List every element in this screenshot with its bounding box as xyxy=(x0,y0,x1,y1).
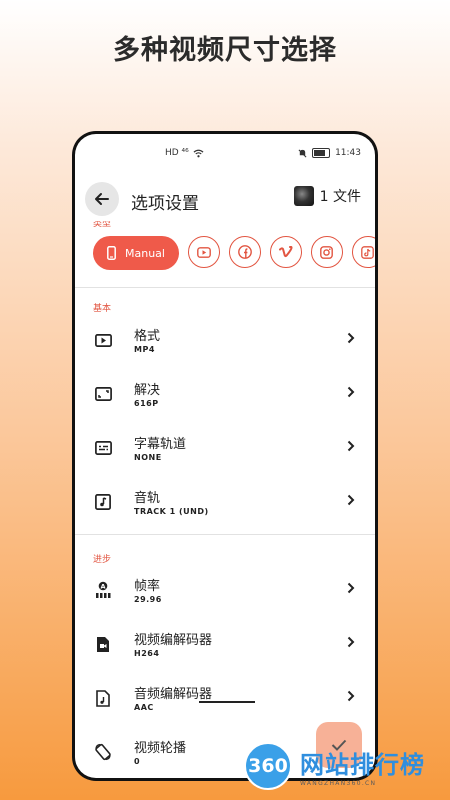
setting-row-audio-codec[interactable]: 音频编解码器 AAC xyxy=(75,674,375,726)
row-value: TRACK 1 (UND) xyxy=(134,507,209,516)
svg-text:A: A xyxy=(100,582,105,590)
status-right: 11:43 xyxy=(298,148,361,158)
row-title: 字幕轨道 xyxy=(134,437,187,452)
section-divider xyxy=(75,534,375,535)
frame-rate-icon: A xyxy=(93,580,113,600)
basic-section-label: 基本 xyxy=(93,304,112,314)
preset-tiktok-chip[interactable] xyxy=(351,236,375,268)
page-title: 选项设置 xyxy=(131,194,199,214)
phone-frame: HD ⁴⁶ 11:43 选项设置 1 文件 类型 Manual 基本 格式 MP… xyxy=(72,131,378,781)
row-value: 29.96 xyxy=(134,595,162,604)
preset-facebook-chip[interactable] xyxy=(228,236,261,268)
instagram-icon xyxy=(320,245,334,259)
preset-youtube-chip[interactable] xyxy=(187,236,220,268)
row-value: 616P xyxy=(134,399,159,408)
setting-row-video-codec[interactable]: 视频编解码器 H264 xyxy=(75,620,375,672)
video-thumbnail xyxy=(293,186,314,206)
app-bar: 选项设置 1 文件 xyxy=(75,180,375,220)
watermark-text: 网站排行榜 WANGZHAN360.CN xyxy=(300,745,425,787)
setting-row-subtitles[interactable]: 字幕轨道 NONE xyxy=(75,424,375,476)
vimeo-icon xyxy=(278,246,293,258)
chevron-right-icon xyxy=(347,386,355,398)
section-divider xyxy=(75,287,375,288)
preset-chips: Manual xyxy=(93,236,375,270)
advanced-section-label: 进步 xyxy=(93,555,112,565)
facebook-icon xyxy=(238,245,252,259)
row-value: AAC xyxy=(134,703,154,712)
file-count-label: 1 文件 xyxy=(319,189,361,205)
resize-icon xyxy=(93,384,113,404)
watermark-name: 网站排行榜 xyxy=(300,751,425,779)
row-title: 解决 xyxy=(134,383,161,398)
wifi-icon xyxy=(193,149,204,157)
mute-icon xyxy=(298,149,307,157)
youtube-icon xyxy=(197,246,211,258)
preset-manual-chip[interactable]: Manual xyxy=(93,236,179,270)
row-title: 格式 xyxy=(134,329,161,344)
phone-icon xyxy=(107,246,116,260)
file-count-button[interactable]: 1 文件 xyxy=(293,186,361,206)
watermark-logo: 360 xyxy=(244,742,292,790)
play-box-icon xyxy=(93,330,113,350)
row-title: 视频编解码器 xyxy=(134,633,213,648)
row-title: 音轨 xyxy=(134,491,161,506)
row-title: 帧率 xyxy=(134,579,161,594)
signal-icons: HD ⁴⁶ xyxy=(165,148,189,158)
text-cursor-line xyxy=(199,701,255,703)
row-value: 0 xyxy=(134,757,141,766)
chevron-right-icon xyxy=(347,494,355,506)
arrow-left-icon xyxy=(95,193,109,205)
audio-file-icon xyxy=(93,688,113,708)
chevron-right-icon xyxy=(347,440,355,452)
setting-row-format[interactable]: 格式 MP4 xyxy=(75,316,375,368)
manual-chip-label: Manual xyxy=(125,246,165,260)
chevron-right-icon xyxy=(347,636,355,648)
rotate-icon xyxy=(93,742,113,762)
promo-title: 多种视频尺寸选择 xyxy=(113,35,337,66)
back-button[interactable] xyxy=(85,182,119,216)
row-value: MP4 xyxy=(134,345,155,354)
tiktok-icon xyxy=(361,245,375,259)
chevron-right-icon xyxy=(347,582,355,594)
music-note-icon xyxy=(93,492,113,512)
app-screen: HD ⁴⁶ 11:43 选项设置 1 文件 类型 Manual 基本 格式 MP… xyxy=(75,134,375,778)
watermark-url: WANGZHAN360.CN xyxy=(300,780,377,787)
status-signal: HD ⁴⁶ xyxy=(165,148,204,158)
setting-row-resolution[interactable]: 解决 616P xyxy=(75,370,375,422)
watermark: 360 网站排行榜 WANGZHAN360.CN xyxy=(244,742,425,790)
chevron-right-icon xyxy=(347,332,355,344)
subtitles-icon xyxy=(93,438,113,458)
battery-icon xyxy=(312,148,331,158)
chevron-right-icon xyxy=(347,690,355,702)
row-title: 音频编解码器 xyxy=(134,687,213,702)
status-bar: HD ⁴⁶ 11:43 xyxy=(75,148,375,164)
row-value: NONE xyxy=(134,453,162,462)
row-title: 视频轮播 xyxy=(134,741,187,756)
setting-row-audio-track[interactable]: 音轨 TRACK 1 (UND) xyxy=(75,478,375,530)
video-file-icon xyxy=(93,634,113,654)
setting-row-frame-rate[interactable]: A 帧率 29.96 xyxy=(75,566,375,618)
type-section-label: 类型 xyxy=(93,221,112,228)
status-time: 11:43 xyxy=(335,148,361,158)
preset-instagram-chip[interactable] xyxy=(310,236,343,268)
row-value: H264 xyxy=(134,649,160,658)
preset-vimeo-chip[interactable] xyxy=(269,236,302,268)
